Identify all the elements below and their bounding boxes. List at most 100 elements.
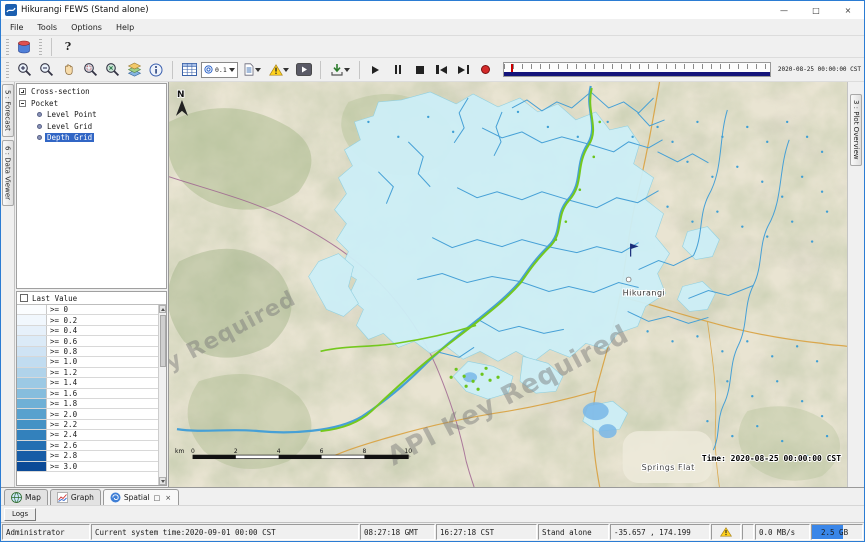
stop-button[interactable]	[410, 60, 430, 80]
legend-row[interactable]: >= 1.8	[17, 399, 158, 409]
scale-tick: 2	[234, 448, 238, 455]
warning-filter-button[interactable]	[266, 60, 292, 80]
status-warning-cell[interactable]	[711, 524, 741, 540]
map-canvas[interactable]: Hikurangi Springs Flat API Key Required …	[169, 82, 847, 487]
contour-interval-combo[interactable]: 0.1	[201, 62, 238, 78]
expand-icon[interactable]	[19, 88, 26, 95]
legend-label: >= 2.2	[47, 420, 77, 429]
tree-item-cross-section[interactable]: Cross-section	[19, 86, 166, 98]
legend-row[interactable]: >= 2.4	[17, 430, 158, 440]
step-back-button[interactable]	[432, 60, 452, 80]
layers-button[interactable]	[124, 60, 144, 80]
legend-row[interactable]: >= 0.4	[17, 326, 158, 336]
tree-item-label: Level Point	[45, 110, 99, 119]
play-button[interactable]	[366, 60, 386, 80]
profile-button[interactable]	[240, 60, 264, 80]
tree-item-depth-grid[interactable]: Depth Grid	[19, 132, 166, 144]
database-button[interactable]	[14, 37, 34, 57]
tab-forecast[interactable]: 5 : Forecast	[2, 84, 14, 137]
toolbar-grip[interactable]	[6, 62, 9, 78]
menu-help[interactable]: Help	[109, 21, 141, 34]
step-forward-icon	[458, 66, 465, 74]
legend-row[interactable]: >= 2.8	[17, 451, 158, 461]
tab-spatial[interactable]: Spatial □ ×	[103, 489, 179, 505]
zoom-out-button[interactable]	[36, 60, 56, 80]
step-back-icon	[436, 65, 439, 74]
time-slider-handle[interactable]	[511, 64, 513, 73]
legend-swatch	[17, 315, 47, 324]
scale-tick: 0	[191, 448, 195, 455]
tree-item-pocket[interactable]: Pocket	[19, 98, 166, 110]
pan-button[interactable]	[58, 60, 78, 80]
legend-row[interactable]: >= 1.4	[17, 378, 158, 388]
scroll-down-icon[interactable]	[159, 477, 166, 485]
step-forward-button[interactable]	[454, 60, 474, 80]
bottom-tab-bar: Map Graph Spatial □ ×	[1, 487, 864, 505]
import-button[interactable]	[327, 60, 353, 80]
last-value-checkbox[interactable]	[20, 294, 28, 302]
legend-row[interactable]: >= 1.6	[17, 389, 158, 399]
legend-label: >= 0.4	[47, 326, 77, 335]
legend-row[interactable]: >= 0.8	[17, 347, 158, 357]
toolbar-grip[interactable]	[39, 39, 42, 55]
legend-row[interactable]: >= 0.6	[17, 336, 158, 346]
layer-node-icon	[37, 135, 42, 140]
info-button[interactable]	[146, 60, 166, 80]
window-title: Hikurangi FEWS (Stand alone)	[21, 5, 768, 15]
pause-button[interactable]	[388, 60, 408, 80]
scale-tick: 4	[277, 448, 281, 455]
tree-item-level-point[interactable]: Level Point	[19, 109, 166, 121]
zoom-in-icon	[17, 62, 32, 77]
time-slider[interactable]	[503, 62, 771, 77]
zoom-selection-icon	[83, 62, 98, 77]
tab-plot-overview[interactable]: 3 : Plot Overview	[850, 94, 862, 166]
map-label-hikurangi: Hikurangi	[623, 288, 666, 297]
legend-label: >= 2.8	[47, 451, 77, 460]
menu-tools[interactable]: Tools	[30, 21, 64, 34]
toolbar-separator	[51, 38, 52, 56]
maximize-button[interactable]: □	[800, 1, 832, 19]
minimize-button[interactable]: —	[768, 1, 800, 19]
legend-row[interactable]: >= 2.6	[17, 441, 158, 451]
movie-icon	[296, 63, 312, 76]
legend-label: >= 2.4	[47, 430, 77, 439]
tab-data-viewer[interactable]: 6 : Data Viewer	[2, 140, 14, 206]
collapse-icon[interactable]	[19, 100, 26, 107]
legend-row[interactable]: >= 0.2	[17, 315, 158, 325]
help-button[interactable]: ?	[58, 37, 78, 57]
map-view[interactable]: Hikurangi Springs Flat API Key Required …	[169, 82, 847, 487]
legend-row[interactable]: >= 2.2	[17, 420, 158, 430]
record-button[interactable]	[476, 60, 496, 80]
toolbar-grip[interactable]	[6, 39, 9, 55]
menu-options[interactable]: Options	[64, 21, 109, 34]
scrollbar-thumb[interactable]	[160, 315, 166, 367]
tree-item-level-grid[interactable]: Level Grid	[19, 121, 166, 133]
animation-button[interactable]	[294, 60, 314, 80]
legend-header: Last Value	[17, 292, 166, 305]
zoom-selection-button[interactable]	[80, 60, 100, 80]
legend-swatch	[17, 462, 47, 471]
legend-row[interactable]: >= 3.0	[17, 462, 158, 472]
logs-row: Logs	[1, 505, 864, 522]
legend-swatch	[17, 430, 47, 439]
left-tab-strip: 5 : Forecast 6 : Data Viewer	[1, 82, 15, 487]
zoom-extent-button[interactable]	[102, 60, 122, 80]
tab-graph[interactable]: Graph	[50, 489, 101, 505]
graph-icon	[57, 492, 68, 503]
scroll-up-icon[interactable]	[159, 305, 166, 313]
legend-label: >= 0.8	[47, 347, 77, 356]
tab-map[interactable]: Map	[4, 489, 48, 505]
legend-row[interactable]: >= 1.0	[17, 357, 158, 367]
logs-button[interactable]: Logs	[4, 508, 36, 521]
legend-row[interactable]: >= 2.0	[17, 409, 158, 419]
zoom-in-button[interactable]	[14, 60, 34, 80]
grid-display-button[interactable]	[179, 60, 199, 80]
legend-row[interactable]: >= 0	[17, 305, 158, 315]
close-button[interactable]: ×	[832, 1, 864, 19]
legend-row[interactable]: >= 1.2	[17, 368, 158, 378]
close-panel-icon[interactable]: ×	[164, 494, 172, 502]
float-panel-icon[interactable]: □	[153, 494, 162, 502]
legend-label: >= 2.0	[47, 409, 77, 418]
legend-scrollbar[interactable]	[158, 305, 166, 485]
menu-file[interactable]: File	[3, 21, 30, 34]
